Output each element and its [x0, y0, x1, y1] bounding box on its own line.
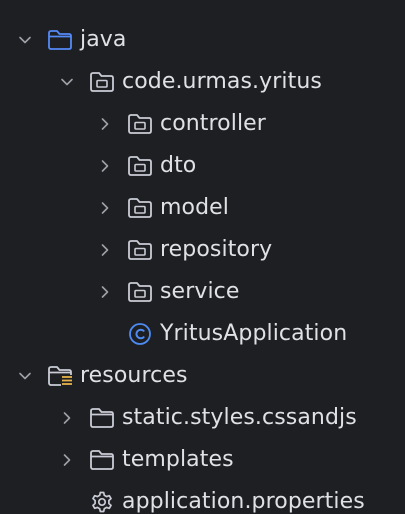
chevron-down-icon[interactable]	[16, 31, 34, 49]
tree-node-label: application.properties	[122, 489, 365, 514]
resources-folder-icon	[46, 362, 74, 390]
tree-node-service[interactable]: service	[0, 271, 405, 313]
chevron-right-icon[interactable]	[58, 409, 76, 427]
tree-node-repository[interactable]: repository	[0, 229, 405, 271]
tree-node-label: code.urmas.yritus	[122, 69, 322, 94]
chevron-down-icon[interactable]	[16, 367, 34, 385]
tree-node-label: model	[160, 195, 230, 220]
folder-icon	[88, 404, 116, 432]
tree-node-label: resources	[80, 363, 188, 388]
java-class-icon	[126, 320, 154, 348]
package-folder-icon	[126, 194, 154, 222]
package-folder-icon	[126, 110, 154, 138]
chevron-down-icon[interactable]	[58, 73, 76, 91]
chevron-right-icon[interactable]	[96, 199, 114, 217]
tree-node-label: repository	[160, 237, 273, 262]
chevron-right-icon[interactable]	[96, 283, 114, 301]
project-tree: java code.urmas.yritus controller dto mo…	[0, 0, 405, 514]
tree-node-label: static.styles.cssandjs	[122, 405, 357, 430]
tree-node-model[interactable]: model	[0, 187, 405, 229]
tree-node-templates[interactable]: templates	[0, 439, 405, 481]
tree-node-static-styles-cssandjs[interactable]: static.styles.cssandjs	[0, 397, 405, 439]
tree-node-resources[interactable]: resources	[0, 355, 405, 397]
package-folder-icon	[88, 68, 116, 96]
tree-node-label: templates	[122, 447, 234, 472]
tree-node-label: dto	[160, 153, 197, 178]
chevron-right-icon[interactable]	[96, 115, 114, 133]
tree-node-controller[interactable]: controller	[0, 103, 405, 145]
tree-node-yritus-application[interactable]: YritusApplication	[0, 313, 405, 355]
source-folder-icon	[46, 26, 74, 54]
tree-node-label: YritusApplication	[160, 321, 348, 346]
gear-icon	[88, 488, 116, 514]
tree-node-java[interactable]: java	[0, 19, 405, 61]
tree-node-code-urmas-yritus[interactable]: code.urmas.yritus	[0, 61, 405, 103]
tree-node-label: service	[160, 279, 240, 304]
package-folder-icon	[126, 152, 154, 180]
tree-node-label: controller	[160, 111, 266, 136]
package-folder-icon	[126, 278, 154, 306]
folder-icon	[88, 446, 116, 474]
package-folder-icon	[126, 236, 154, 264]
tree-node-application-properties[interactable]: application.properties	[0, 481, 405, 514]
chevron-right-icon[interactable]	[58, 451, 76, 469]
chevron-right-icon[interactable]	[96, 157, 114, 175]
tree-node-label: java	[80, 27, 127, 52]
chevron-right-icon[interactable]	[96, 241, 114, 259]
tree-node-dto[interactable]: dto	[0, 145, 405, 187]
